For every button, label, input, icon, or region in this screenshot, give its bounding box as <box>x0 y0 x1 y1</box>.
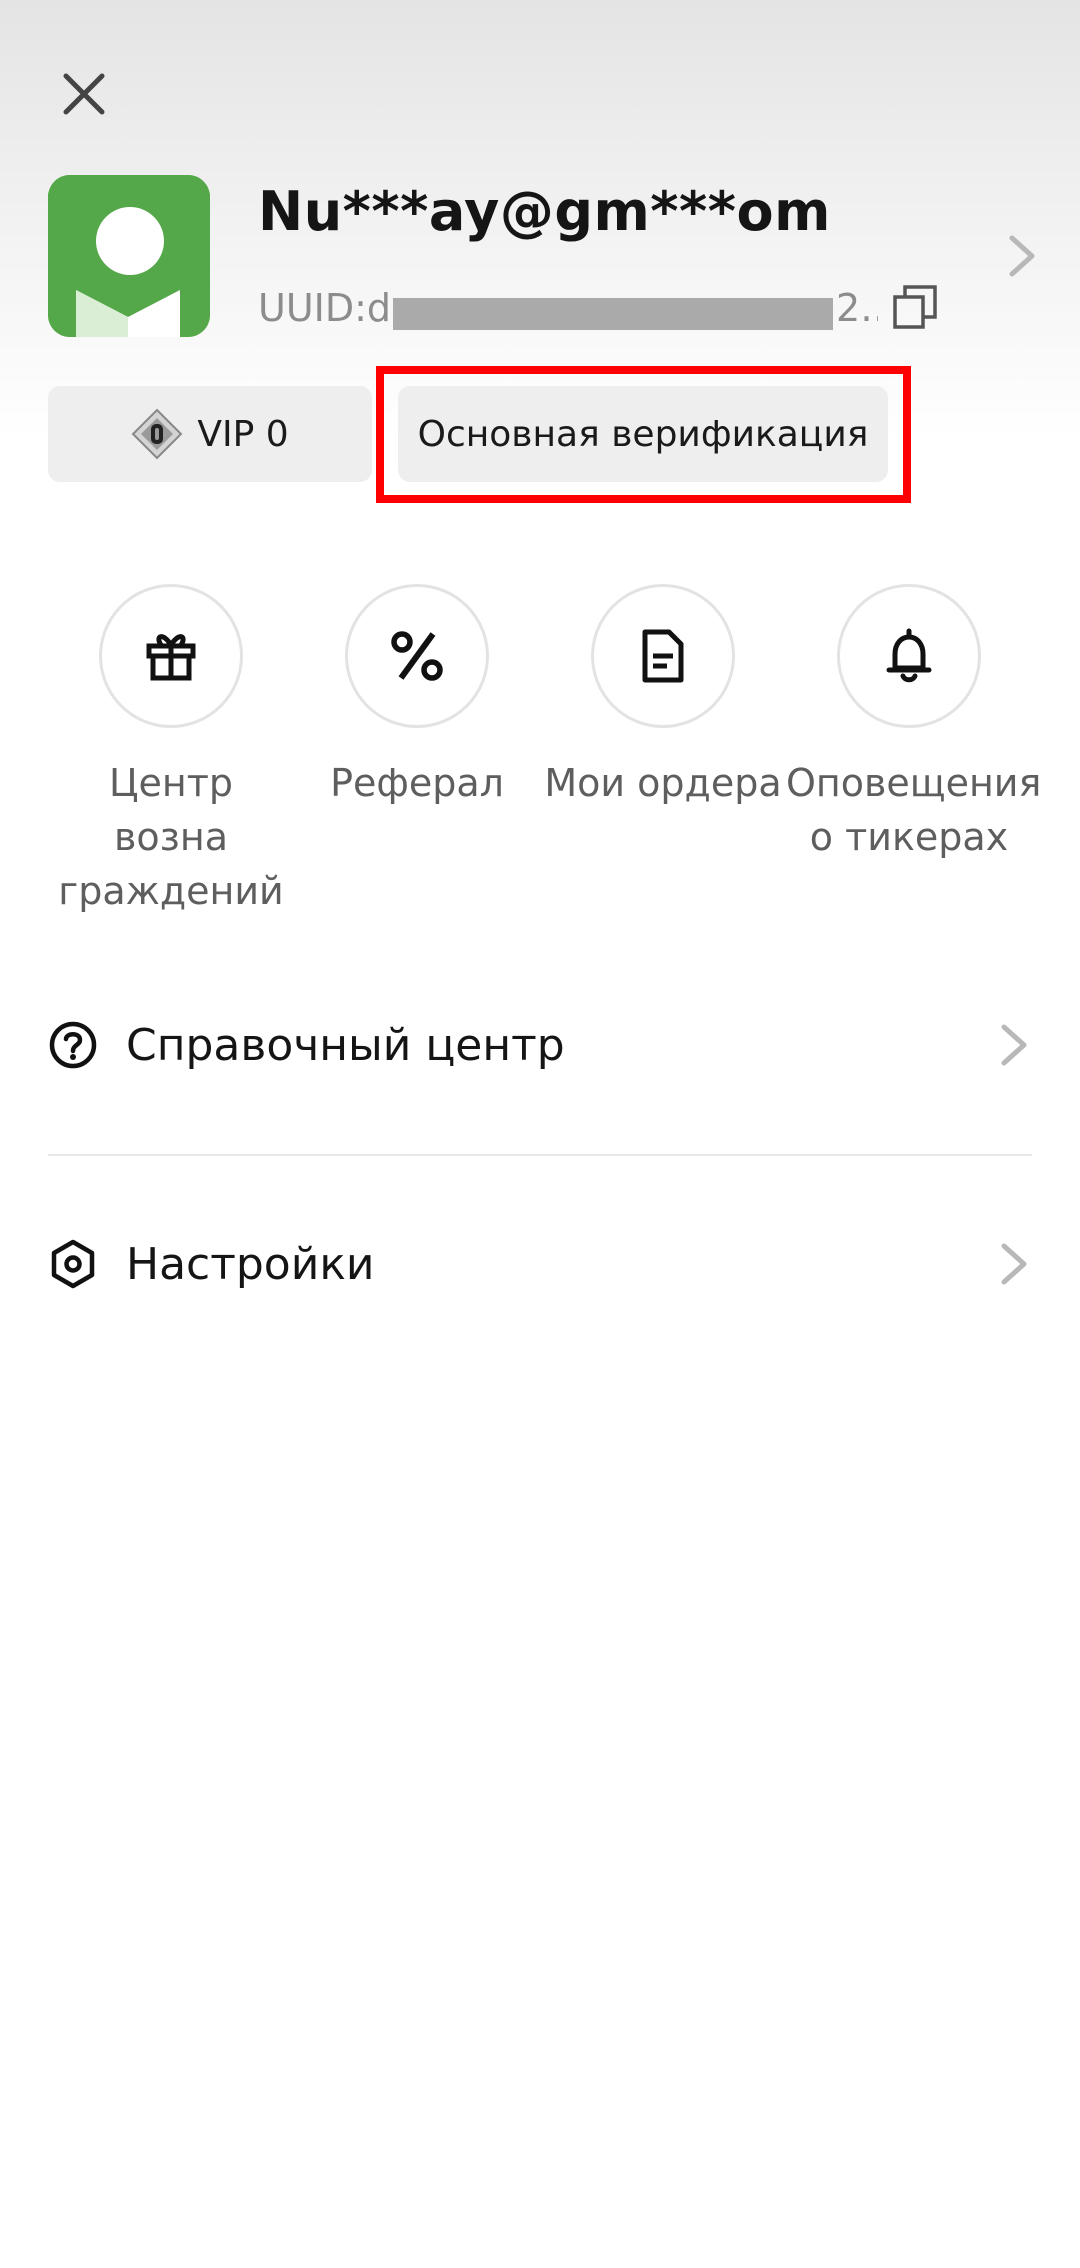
settings-label: Настройки <box>126 1238 375 1290</box>
gift-icon <box>146 634 196 681</box>
user-avatar-icon <box>48 175 210 337</box>
close-button[interactable] <box>52 62 116 126</box>
copy-icon[interactable] <box>892 284 938 330</box>
avatar[interactable] <box>48 175 210 337</box>
bell-icon <box>886 628 932 683</box>
help-center-label: Справочный центр <box>126 1019 565 1071</box>
vip-level-badge[interactable]: VIP 0 <box>48 386 372 482</box>
rewards-center-item[interactable]: Центр возна граждений <box>48 584 294 918</box>
ticker-alerts-circle <box>837 584 981 728</box>
menu-item-settings[interactable]: Настройки <box>48 1219 1032 1309</box>
help-icon-wrapper <box>48 1020 98 1070</box>
uuid-tail: 2… <box>836 286 878 330</box>
document-icon <box>642 629 684 683</box>
menu-item-help-center[interactable]: Справочный центр <box>48 1000 1032 1090</box>
help-circle-icon <box>49 1021 97 1069</box>
uuid-value: UUID:dc <box>258 286 412 330</box>
rewards-label: Центр возна граждений <box>58 761 284 913</box>
account-username: Nu***ay@gm***om <box>258 180 831 243</box>
menu-divider <box>48 1154 1032 1156</box>
ticker-alerts-item[interactable]: Оповещения о тикерах <box>786 584 1042 864</box>
settings-icon-wrapper <box>48 1239 98 1289</box>
profile-chevron-icon[interactable] <box>1004 232 1040 280</box>
chevron-right-icon <box>1001 1243 1027 1285</box>
chevron-right-icon <box>1001 1024 1027 1066</box>
hexagon-settings-icon <box>51 1239 95 1289</box>
my-orders-circle <box>591 584 735 728</box>
my-orders-label: Мои ордера <box>544 761 782 805</box>
vip-label: VIP 0 <box>197 413 289 455</box>
ticker-alerts-label: Оповещения о тикерах <box>786 761 1042 859</box>
referral-circle <box>345 584 489 728</box>
my-orders-item[interactable]: Мои ордера <box>540 584 786 810</box>
percent-icon <box>391 631 443 681</box>
uuid-row: UUID:dc 2… <box>258 278 938 338</box>
highlight-frame <box>376 366 911 503</box>
close-icon <box>63 73 105 115</box>
referral-item[interactable]: Реферал <box>294 584 540 810</box>
vip-diamond-icon <box>131 408 183 460</box>
rewards-circle <box>99 584 243 728</box>
referral-label: Реферал <box>330 761 504 805</box>
uuid-redaction-mask <box>393 298 833 330</box>
uuid-text: UUID:dc 2… <box>258 286 878 330</box>
